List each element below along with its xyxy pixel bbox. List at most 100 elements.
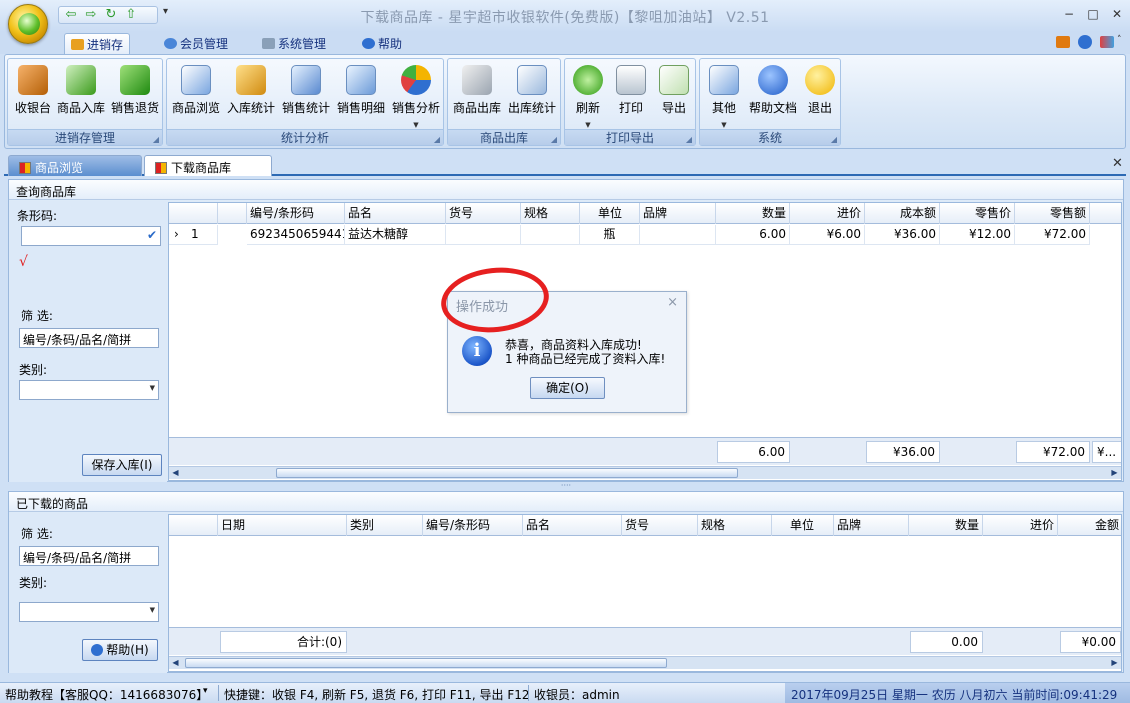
doc-tab-download[interactable]: 下载商品库 xyxy=(144,155,272,176)
retail-amount-cell[interactable]: ¥72.00 xyxy=(1015,225,1090,245)
dialog-launcher-icon[interactable]: ◢ xyxy=(551,132,557,148)
name-cell[interactable]: 益达木糖醇 xyxy=(345,225,446,245)
scroll-left-icon[interactable]: ◀ xyxy=(169,657,182,669)
column-header[interactable] xyxy=(169,515,218,536)
column-header[interactable]: 单位 xyxy=(772,515,834,536)
cost-amount-cell[interactable]: ¥36.00 xyxy=(865,225,940,245)
tab-system[interactable]: 系统管理 xyxy=(256,33,332,54)
category-select[interactable]: ▼ xyxy=(19,380,159,400)
scroll-right-icon[interactable]: ▶ xyxy=(1108,657,1121,669)
column-header[interactable]: 编号/条形码 xyxy=(423,515,523,536)
barcode-cell[interactable]: 6923450659441 xyxy=(247,225,345,245)
help-menu-arrow-icon[interactable]: ▾ xyxy=(203,686,208,696)
grid-totals-bar: 6.00 ¥36.00 ¥72.00 ¥... xyxy=(169,437,1121,465)
cart-icon[interactable] xyxy=(1056,36,1070,48)
column-header[interactable]: 货号 xyxy=(446,203,521,224)
close-document-icon[interactable]: ✕ xyxy=(1112,156,1123,171)
members-tab-icon xyxy=(164,38,177,49)
column-header[interactable] xyxy=(218,203,247,224)
dialog-launcher-icon[interactable]: ◢ xyxy=(686,132,692,148)
minimize-button[interactable]: − xyxy=(1058,5,1080,23)
scroll-left-icon[interactable]: ◀ xyxy=(169,467,182,479)
column-header[interactable]: 日期 xyxy=(218,515,347,536)
dialog-launcher-icon[interactable]: ◢ xyxy=(153,132,159,148)
column-header[interactable]: 类别 xyxy=(347,515,423,536)
stock-in-button[interactable]: 商品入库 xyxy=(57,63,105,123)
column-header[interactable]: 单位 xyxy=(580,203,640,224)
barcode-input[interactable]: ✔ xyxy=(21,226,161,246)
column-header[interactable]: 数量 xyxy=(716,203,790,224)
help-docs-button[interactable]: 帮助文档 xyxy=(747,63,799,123)
filter-input[interactable]: 编号/条码/品名/简拼 xyxy=(19,328,159,348)
category-select[interactable]: ▼ xyxy=(19,602,159,622)
retail-price-cell[interactable]: ¥12.00 xyxy=(940,225,1015,245)
cost-price-cell[interactable]: ¥6.00 xyxy=(790,225,865,245)
scroll-thumb[interactable] xyxy=(185,658,667,668)
item-no-cell[interactable] xyxy=(446,225,521,245)
help-circle-icon xyxy=(91,644,104,656)
column-header[interactable]: 零售价 xyxy=(940,203,1015,224)
column-header[interactable]: 进价 xyxy=(983,515,1058,536)
sales-stats-button[interactable]: 销售统计 xyxy=(279,63,333,123)
close-button[interactable]: ✕ xyxy=(1106,5,1128,23)
restore-button[interactable]: □ xyxy=(1082,5,1104,23)
stock-in-stats-button[interactable]: 入库统计 xyxy=(224,63,278,123)
help-tutorial-link[interactable]: 帮助教程【客服QQ：1416683076】 xyxy=(5,686,208,703)
save-to-stock-button[interactable]: 保存入库(I) xyxy=(82,454,162,476)
cashier-button[interactable]: 收银台 xyxy=(9,63,57,123)
column-header[interactable]: 成本额 xyxy=(865,203,940,224)
other-button[interactable]: 其他 ▼ xyxy=(702,63,746,129)
scroll-thumb[interactable] xyxy=(276,468,738,478)
column-header[interactable] xyxy=(169,203,218,224)
tab-members[interactable]: 会员管理 xyxy=(158,33,234,54)
dialog-close-icon[interactable]: × xyxy=(667,295,678,310)
help-circle-icon[interactable] xyxy=(1078,35,1092,49)
unit-cell[interactable]: 瓶 xyxy=(580,225,640,245)
column-header[interactable]: 金额 xyxy=(1058,515,1121,536)
column-header[interactable]: 品名 xyxy=(345,203,446,224)
ok-button[interactable]: 确定(O) xyxy=(530,377,605,399)
qty-cell[interactable]: 6.00 xyxy=(716,225,790,245)
ribbon-expand-icon[interactable]: ˄ xyxy=(1117,35,1122,45)
tab-help[interactable]: 帮助 xyxy=(356,33,408,54)
column-header[interactable]: 规格 xyxy=(698,515,772,536)
column-header[interactable]: 货号 xyxy=(622,515,698,536)
column-header[interactable]: 品牌 xyxy=(834,515,909,536)
spec-cell[interactable] xyxy=(521,225,580,245)
stock-out-button[interactable]: 商品出库 xyxy=(450,63,504,123)
print-button[interactable]: 打印 xyxy=(610,63,652,123)
refresh-button[interactable]: 刷新 ▼ xyxy=(567,63,609,129)
export-button[interactable]: 导出 xyxy=(653,63,695,123)
horizontal-scrollbar[interactable]: ◀ ▶ xyxy=(169,656,1121,669)
sales-detail-button[interactable]: 销售明细 xyxy=(334,63,388,123)
dialog-launcher-icon[interactable]: ◢ xyxy=(434,132,440,148)
horizontal-scrollbar[interactable]: ◀ ▶ xyxy=(169,466,1121,479)
app-menu-orb-icon[interactable] xyxy=(8,4,48,44)
column-header[interactable]: 品牌 xyxy=(640,203,716,224)
brand-cell[interactable] xyxy=(640,225,716,245)
dialog-launcher-icon[interactable]: ◢ xyxy=(831,132,837,148)
exit-button[interactable]: 退出 xyxy=(800,63,840,123)
column-header[interactable]: 数量 xyxy=(909,515,983,536)
status-bar: 帮助教程【客服QQ：1416683076】 ▾ 快捷键：收银 F4, 刷新 F5… xyxy=(0,682,1130,703)
checklist-icon xyxy=(517,65,547,95)
filter-input[interactable]: 编号/条码/品名/简拼 xyxy=(19,546,159,566)
splitter-handle[interactable]: ···· xyxy=(8,482,1124,490)
sales-analysis-button[interactable]: 销售分析 ▼ xyxy=(389,63,443,129)
tab-inventory[interactable]: 进销存 xyxy=(64,33,131,54)
sales-return-button[interactable]: 销售退货 xyxy=(111,63,159,123)
column-header[interactable]: 品名 xyxy=(523,515,622,536)
column-header[interactable]: 规格 xyxy=(521,203,580,224)
scroll-right-icon[interactable]: ▶ xyxy=(1108,467,1121,479)
books-icon xyxy=(236,65,266,95)
doc-tab-browse[interactable]: 商品浏览 xyxy=(8,155,142,176)
column-header[interactable]: 进价 xyxy=(790,203,865,224)
help-button[interactable]: 帮助(H) xyxy=(82,639,158,661)
info-icon: i xyxy=(462,336,492,366)
skin-icon[interactable] xyxy=(1100,36,1114,48)
grid-tab-icon xyxy=(155,162,167,174)
column-header[interactable]: 零售额 xyxy=(1015,203,1090,224)
column-header[interactable]: 编号/条形码 xyxy=(247,203,345,224)
stock-out-stats-button[interactable]: 出库统计 xyxy=(505,63,559,123)
browse-products-button[interactable]: 商品浏览 xyxy=(169,63,223,123)
